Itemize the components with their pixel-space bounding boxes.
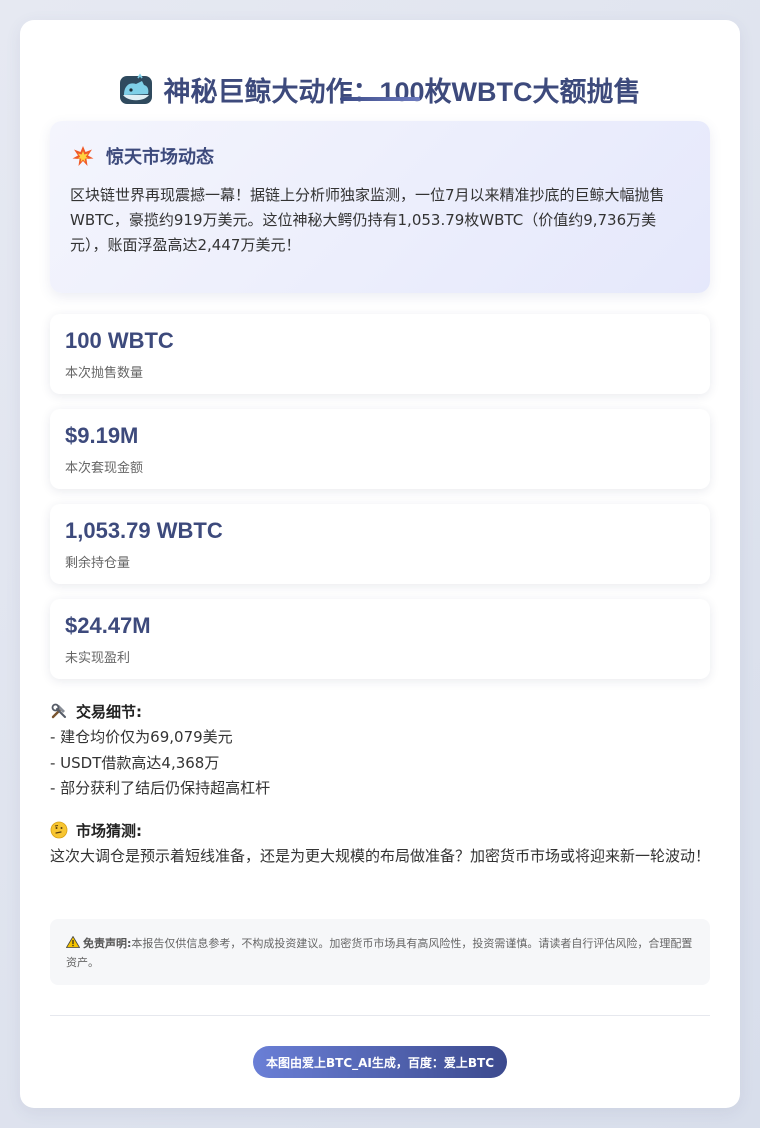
stat-card-sell-amount: 100 WBTC 本次抛售数量 [50,314,710,394]
disclaimer-label: 免责声明: [83,937,132,950]
tools-icon [51,703,66,719]
footer-divider [50,1015,710,1016]
section-title: 市场猜测: [76,821,142,840]
alert-text: 区块链世界再现震撼一幕！据链上分析师独家监测，一位7月以来精准抄底的巨鲸大幅抛售… [70,186,665,254]
trade-details-section: 交易细节: - 建仓均价仅为69,079美元 - USDT借款高达4,368万 … [50,699,710,802]
collision-icon [72,146,94,166]
title-underline [340,97,420,101]
stat-value: 1,053.79 WBTC [65,518,223,543]
whale-icon [120,73,153,104]
stat-card-remaining: 1,053.79 WBTC 剩余持仓量 [50,504,710,584]
stat-value: $9.19M [65,423,139,448]
stat-label: 剩余持仓量 [65,556,131,571]
stat-label: 本次套现金额 [65,461,144,476]
speculation-text: 这次大调仓是预示着短线准备，还是为更大规模的布局做准备？加密货币市场或将迎来新一… [50,847,711,865]
section-header: 交易细节: [50,699,710,723]
speculation-section: 市场猜测: 这次大调仓是预示着短线准备，还是为更大规模的布局做准备？加密货币市场… [50,818,710,870]
alert-title: 惊天市场动态 [106,147,214,168]
section-header: 市场猜测: [50,818,710,842]
stat-label: 未实现盈利 [65,651,131,666]
disclaimer-text: 本报告仅供信息参考，不构成投资建议。加密货币市场具有高风险性，投资需谨慎。请读者… [66,937,693,969]
alert-header: 惊天市场动态 [72,143,214,169]
warning-icon [66,936,80,948]
detail-line: - 部分获利了结后仍保持超高杠杆 [50,779,271,797]
page-title: 神秘巨鲸大动作：100枚WBTC大额抛售 [163,77,641,107]
page-header: 神秘巨鲸大动作：100枚WBTC大额抛售 [20,70,740,109]
market-alert-box: 惊天市场动态 区块链世界再现震撼一幕！据链上分析师独家监测，一位7月以来精准抄底… [50,121,710,293]
report-card: 神秘巨鲸大动作：100枚WBTC大额抛售 惊天市场动态 区块链世界再现震撼一幕！… [20,20,740,1108]
stat-value: 100 WBTC [65,328,174,353]
detail-line: - 建仓均价仅为69,079美元 [50,728,233,746]
stat-value: $24.47M [65,613,151,638]
generated-by-badge: 本图由爱上BTC_AI生成，百度：爱上BTC [253,1046,507,1078]
section-title: 交易细节: [76,702,142,721]
thinking-face-icon [50,821,68,839]
detail-line: - USDT借款高达4,368万 [50,753,220,772]
stat-card-unrealized: $24.47M 未实现盈利 [50,599,710,679]
disclaimer-box: 免责声明:本报告仅供信息参考，不构成投资建议。加密货币市场具有高风险性，投资需谨… [50,919,710,985]
stat-label: 本次抛售数量 [65,366,144,381]
stat-card-cashout: $9.19M 本次套现金额 [50,409,710,489]
